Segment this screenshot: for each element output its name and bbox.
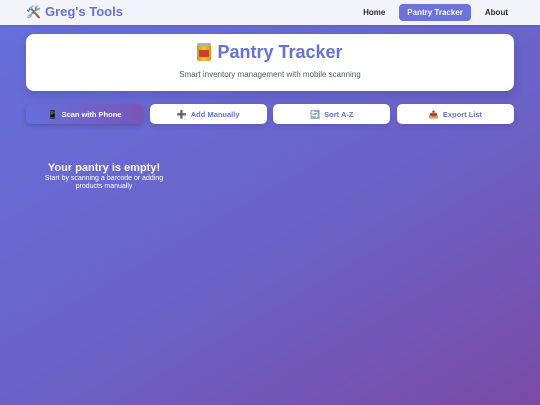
brand-label: Greg's Tools (44, 4, 123, 19)
nav-link-about[interactable]: About (477, 4, 516, 21)
empty-state: Your pantry is empty! Start by scanning … (34, 162, 174, 191)
page-title: Pantry Tracker (217, 42, 343, 62)
add-manually-label: Add Manually (190, 109, 240, 119)
action-bar: 📱 Scan with Phone ➕ Add Manually 🔄 Sort … (26, 104, 514, 124)
page-subtitle: Smart inventory management with mobile s… (179, 70, 361, 79)
sort-icon: 🔄 (310, 109, 321, 119)
sort-a-z-button[interactable]: 🔄 Sort A-Z (273, 104, 391, 124)
export-list-button[interactable]: 📤 Export List (396, 104, 514, 124)
export-list-label: Export List (442, 109, 483, 119)
export-icon: 📤 (428, 109, 439, 119)
scan-with-phone-button[interactable]: 📱 Scan with Phone (26, 104, 143, 124)
tools-icon: 🛠️ (26, 4, 41, 19)
nav-link-pantry-tracker[interactable]: Pantry Tracker (399, 4, 471, 21)
nav-links: Home Pantry Tracker About (349, 4, 516, 21)
add-manually-button[interactable]: ➕ Add Manually (149, 104, 267, 124)
header-card: Pantry Tracker Smart inventory managemen… (26, 34, 514, 91)
nav-link-home[interactable]: Home (355, 4, 393, 21)
empty-state-text: Start by scanning a barcode or adding pr… (44, 175, 164, 190)
title-row: Pantry Tracker (26, 42, 514, 63)
can-icon (197, 43, 212, 62)
plus-icon: ➕ (176, 109, 187, 119)
brand-link[interactable]: 🛠️ Greg's Tools (26, 4, 123, 19)
scan-with-phone-label: Scan with Phone (61, 109, 122, 119)
navbar: 🛠️ Greg's Tools Home Pantry Tracker Abou… (0, 0, 540, 25)
empty-state-title: Your pantry is empty! (47, 162, 161, 174)
sort-a-z-label: Sort A-Z (324, 109, 354, 119)
phone-icon: 📱 (47, 109, 58, 119)
